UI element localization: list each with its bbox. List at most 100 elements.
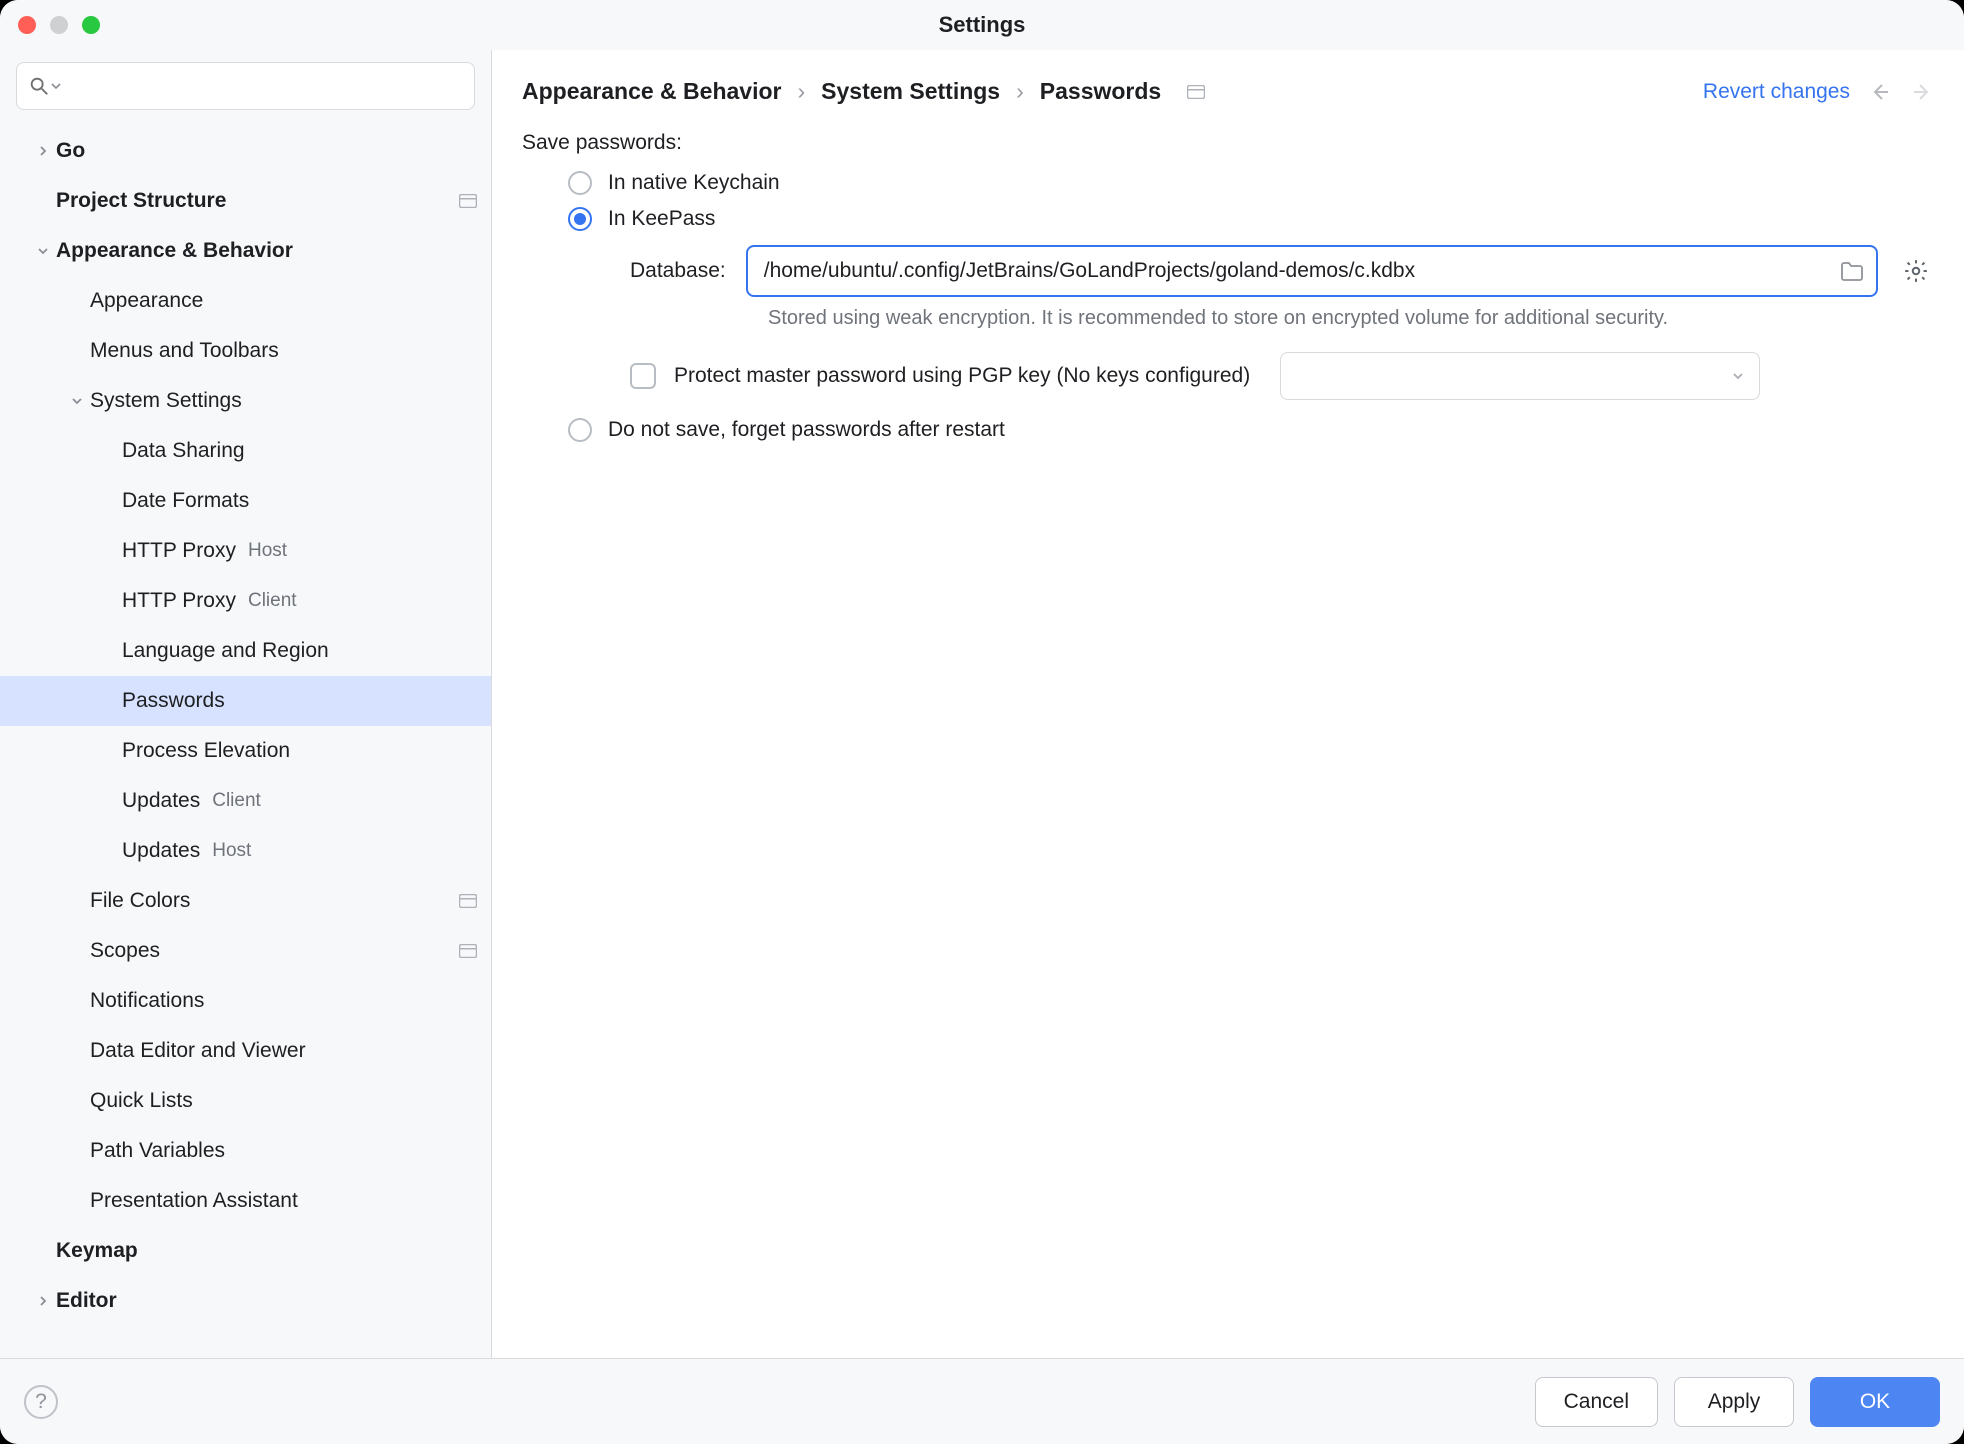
gear-icon[interactable] — [1898, 253, 1934, 289]
tree-item-label: Presentation Assistant — [90, 1189, 298, 1213]
tree-item-label: Menus and Toolbars — [90, 339, 279, 363]
radio-icon — [568, 207, 592, 231]
tree-item-label: Data Sharing — [122, 439, 245, 463]
breadcrumb-part[interactable]: Appearance & Behavior — [522, 78, 781, 105]
settings-tree[interactable]: Go Project Structure Appearance & Behavior… — [0, 126, 491, 1358]
tree-item-data-editor-and-viewer[interactable]: Data Editor and Viewer — [0, 1026, 491, 1076]
pgp-key-select[interactable] — [1280, 352, 1760, 400]
zoom-window-button[interactable] — [82, 16, 100, 34]
tree-item-scopes[interactable]: Scopes — [0, 926, 491, 976]
tree-item-appearance[interactable]: Appearance — [0, 276, 491, 326]
tree-item-label: Data Editor and Viewer — [90, 1039, 306, 1063]
tree-item-appearance-behavior[interactable]: Appearance & Behavior — [0, 226, 491, 276]
breadcrumb-part[interactable]: System Settings — [821, 78, 1000, 105]
radio-native-keychain[interactable]: In native Keychain — [568, 171, 1934, 195]
folder-icon[interactable] — [1840, 260, 1864, 282]
radio-keepass[interactable]: In KeePass — [568, 207, 1934, 231]
tree-item-label: Appearance & Behavior — [56, 239, 293, 263]
tree-item-keymap[interactable]: Keymap — [0, 1226, 491, 1276]
radio-label: In KeePass — [608, 207, 715, 231]
settings-window: Settings Go Project Structure Appearance &… — [0, 0, 1964, 1444]
tree-item-label: File Colors — [90, 889, 190, 913]
tree-item-passwords[interactable]: Passwords — [0, 676, 491, 726]
tree-item-badge: Client — [248, 590, 297, 612]
tree-item-quick-lists[interactable]: Quick Lists — [0, 1076, 491, 1126]
tree-item-notifications[interactable]: Notifications — [0, 976, 491, 1026]
tree-item-label: Keymap — [56, 1239, 138, 1263]
tree-item-label: Updates — [122, 789, 200, 813]
radio-label: Do not save, forget passwords after rest… — [608, 418, 1005, 442]
scope-icon — [459, 194, 477, 208]
chevron-right-icon: › — [1016, 78, 1024, 105]
protect-pgp-checkbox[interactable] — [630, 363, 656, 389]
tree-item-language-and-region[interactable]: Language and Region — [0, 626, 491, 676]
tree-item-badge: Host — [212, 840, 251, 862]
cancel-button[interactable]: Cancel — [1535, 1377, 1658, 1427]
tree-item-go[interactable]: Go — [0, 126, 491, 176]
tree-item-label: Passwords — [122, 689, 225, 713]
chevron-right-icon — [30, 1295, 56, 1307]
chevron-down-icon — [1731, 369, 1745, 383]
tree-item-label: Quick Lists — [90, 1089, 193, 1113]
radio-label: In native Keychain — [608, 171, 780, 195]
tree-item-label: Scopes — [90, 939, 160, 963]
tree-item-project-structure[interactable]: Project Structure — [0, 176, 491, 226]
search-input[interactable] — [16, 62, 475, 110]
tree-item-label: Appearance — [90, 289, 203, 313]
tree-item-presentation-assistant[interactable]: Presentation Assistant — [0, 1176, 491, 1226]
tree-item-label: HTTP Proxy — [122, 539, 236, 563]
tree-item-label: Go — [56, 139, 85, 163]
tree-item-label: Editor — [56, 1289, 117, 1313]
breadcrumb-part: Passwords — [1040, 78, 1161, 105]
tree-item-label: HTTP Proxy — [122, 589, 236, 613]
nav-forward-icon[interactable] — [1910, 80, 1934, 104]
search-field — [16, 62, 475, 110]
tree-item-date-formats[interactable]: Date Formats — [0, 476, 491, 526]
tree-item-file-colors[interactable]: File Colors — [0, 876, 491, 926]
titlebar: Settings — [0, 0, 1964, 50]
settings-sidebar: Go Project Structure Appearance & Behavior… — [0, 50, 492, 1358]
tree-item-http-proxy[interactable]: HTTP Proxy Client — [0, 576, 491, 626]
database-label: Database: — [630, 259, 726, 283]
nav-back-icon[interactable] — [1868, 80, 1892, 104]
tree-item-updates[interactable]: UpdatesHost — [0, 826, 491, 876]
chevron-right-icon: › — [797, 78, 805, 105]
tree-item-menus-and-toolbars[interactable]: Menus and Toolbars — [0, 326, 491, 376]
tree-item-process-elevation[interactable]: Process Elevation — [0, 726, 491, 776]
window-controls — [18, 16, 100, 34]
window-title: Settings — [939, 12, 1026, 38]
database-path-input[interactable] — [746, 245, 1878, 297]
scope-icon — [459, 894, 477, 908]
apply-button[interactable]: Apply — [1674, 1377, 1794, 1427]
tree-item-updates[interactable]: Updates Client — [0, 776, 491, 826]
database-path-field — [746, 245, 1878, 297]
ok-button[interactable]: OK — [1810, 1377, 1940, 1427]
chevron-right-icon — [30, 145, 56, 157]
scope-icon — [459, 944, 477, 958]
tree-item-path-variables[interactable]: Path Variables — [0, 1126, 491, 1176]
tree-item-system-settings[interactable]: System Settings — [0, 376, 491, 426]
help-icon[interactable]: ? — [24, 1385, 58, 1419]
breadcrumb: Appearance & Behavior › System Settings … — [522, 78, 1205, 105]
protect-pgp-label: Protect master password using PGP key (N… — [674, 364, 1250, 388]
tree-item-badge: Host — [248, 540, 287, 562]
chevron-down-icon — [64, 395, 90, 407]
revert-changes-link[interactable]: Revert changes — [1703, 80, 1850, 104]
tree-item-badge: Client — [212, 790, 261, 812]
tree-item-label: Path Variables — [90, 1139, 225, 1163]
tree-item-http-proxy[interactable]: HTTP Proxy Host — [0, 526, 491, 576]
tree-item-data-sharing[interactable]: Data Sharing — [0, 426, 491, 476]
chevron-down-icon — [30, 245, 56, 257]
search-icon — [28, 75, 61, 97]
minimize-window-button[interactable] — [50, 16, 68, 34]
radio-icon — [568, 418, 592, 442]
close-window-button[interactable] — [18, 16, 36, 34]
tree-item-label: System Settings — [90, 389, 242, 413]
settings-content: Appearance & Behavior › System Settings … — [492, 50, 1964, 1358]
radio-do-not-save[interactable]: Do not save, forget passwords after rest… — [568, 418, 1934, 442]
tree-item-editor[interactable]: Editor — [0, 1276, 491, 1326]
section-label: Save passwords: — [522, 131, 1934, 155]
tree-item-label: Notifications — [90, 989, 204, 1013]
radio-icon — [568, 171, 592, 195]
tree-item-label: Date Formats — [122, 489, 249, 513]
